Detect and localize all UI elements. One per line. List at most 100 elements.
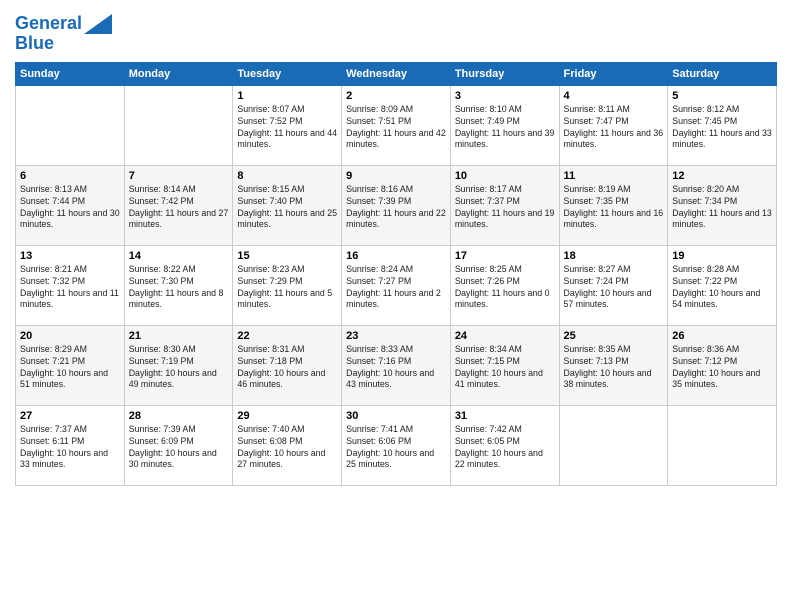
day-header-saturday: Saturday (668, 62, 777, 85)
day-number: 14 (129, 250, 229, 262)
day-number: 12 (672, 170, 772, 182)
day-number: 22 (237, 330, 337, 342)
calendar-cell: 17 Sunrise: 8:25 AM Sunset: 7:26 PM Dayli… (450, 245, 559, 325)
day-number: 2 (346, 90, 446, 102)
day-number: 4 (564, 90, 664, 102)
calendar-cell: 26 Sunrise: 8:36 AM Sunset: 7:12 PM Dayli… (668, 325, 777, 405)
day-number: 11 (564, 170, 664, 182)
day-info: Sunrise: 8:22 AM Sunset: 7:30 PM Dayligh… (129, 264, 229, 312)
day-info: Sunrise: 8:27 AM Sunset: 7:24 PM Dayligh… (564, 264, 664, 312)
day-number: 31 (455, 410, 555, 422)
calendar-cell: 7Sunrise: 8:14 AM Sunset: 7:42 PM Daylig… (124, 165, 233, 245)
day-header-wednesday: Wednesday (342, 62, 451, 85)
logo-text-blue: Blue (15, 34, 112, 54)
day-info: Sunrise: 8:11 AM Sunset: 7:47 PM Dayligh… (564, 104, 664, 152)
day-number: 16 (346, 250, 446, 262)
day-number: 15 (237, 250, 337, 262)
day-number: 18 (564, 250, 664, 262)
day-number: 3 (455, 90, 555, 102)
logo-text: General (15, 14, 82, 34)
day-number: 13 (20, 250, 120, 262)
day-number: 20 (20, 330, 120, 342)
calendar-cell: 15 Sunrise: 8:23 AM Sunset: 7:29 PM Dayli… (233, 245, 342, 325)
calendar-cell: 18 Sunrise: 8:27 AM Sunset: 7:24 PM Dayli… (559, 245, 668, 325)
calendar-cell: 14 Sunrise: 8:22 AM Sunset: 7:30 PM Dayli… (124, 245, 233, 325)
day-number: 30 (346, 410, 446, 422)
day-number: 5 (672, 90, 772, 102)
day-number: 1 (237, 90, 337, 102)
week-row-2: 6Sunrise: 8:13 AM Sunset: 7:44 PM Daylig… (16, 165, 777, 245)
day-header-sunday: Sunday (16, 62, 125, 85)
calendar-cell: 2Sunrise: 8:09 AM Sunset: 7:51 PM Daylig… (342, 85, 451, 165)
day-info: Sunrise: 7:39 AM Sunset: 6:09 PM Dayligh… (129, 424, 229, 472)
day-info: Sunrise: 8:31 AM Sunset: 7:18 PM Dayligh… (237, 344, 337, 392)
day-info: Sunrise: 8:25 AM Sunset: 7:26 PM Dayligh… (455, 264, 555, 312)
week-row-1: 1Sunrise: 8:07 AM Sunset: 7:52 PM Daylig… (16, 85, 777, 165)
calendar-cell: 8Sunrise: 8:15 AM Sunset: 7:40 PM Daylig… (233, 165, 342, 245)
day-header-tuesday: Tuesday (233, 62, 342, 85)
day-number: 26 (672, 330, 772, 342)
main-container: General Blue SundayMondayTuesdayWednesda… (0, 0, 792, 496)
day-info: Sunrise: 8:24 AM Sunset: 7:27 PM Dayligh… (346, 264, 446, 312)
day-header-friday: Friday (559, 62, 668, 85)
calendar-cell: 10 Sunrise: 8:17 AM Sunset: 7:37 PM Dayli… (450, 165, 559, 245)
day-info: Sunrise: 8:33 AM Sunset: 7:16 PM Dayligh… (346, 344, 446, 392)
calendar-cell: 9 Sunrise: 8:16 AM Sunset: 7:39 PM Daylig… (342, 165, 451, 245)
day-info: Sunrise: 7:37 AM Sunset: 6:11 PM Dayligh… (20, 424, 120, 472)
day-number: 9 (346, 170, 446, 182)
day-info: Sunrise: 8:10 AM Sunset: 7:49 PM Dayligh… (455, 104, 555, 152)
day-info: Sunrise: 8:14 AM Sunset: 7:42 PM Dayligh… (129, 184, 229, 232)
day-info: Sunrise: 8:20 AM Sunset: 7:34 PM Dayligh… (672, 184, 772, 232)
calendar-cell: 24Sunrise: 8:34 AM Sunset: 7:15 PM Dayli… (450, 325, 559, 405)
day-info: Sunrise: 8:13 AM Sunset: 7:44 PM Dayligh… (20, 184, 120, 232)
calendar-cell: 6Sunrise: 8:13 AM Sunset: 7:44 PM Daylig… (16, 165, 125, 245)
day-info: Sunrise: 8:36 AM Sunset: 7:12 PM Dayligh… (672, 344, 772, 392)
week-row-5: 27 Sunrise: 7:37 AM Sunset: 6:11 PM Dayli… (16, 405, 777, 485)
calendar-cell: 5 Sunrise: 8:12 AM Sunset: 7:45 PM Daylig… (668, 85, 777, 165)
calendar-cell: 12 Sunrise: 8:20 AM Sunset: 7:34 PM Dayli… (668, 165, 777, 245)
logo: General Blue (15, 14, 112, 54)
calendar-cell: 21 Sunrise: 8:30 AM Sunset: 7:19 PM Dayli… (124, 325, 233, 405)
calendar-cell: 25Sunrise: 8:35 AM Sunset: 7:13 PM Dayli… (559, 325, 668, 405)
day-info: Sunrise: 8:17 AM Sunset: 7:37 PM Dayligh… (455, 184, 555, 232)
calendar-cell: 29Sunrise: 7:40 AM Sunset: 6:08 PM Dayli… (233, 405, 342, 485)
day-info: Sunrise: 7:41 AM Sunset: 6:06 PM Dayligh… (346, 424, 446, 472)
day-number: 10 (455, 170, 555, 182)
day-info: Sunrise: 8:23 AM Sunset: 7:29 PM Dayligh… (237, 264, 337, 312)
calendar-cell: 3 Sunrise: 8:10 AM Sunset: 7:49 PM Daylig… (450, 85, 559, 165)
week-row-3: 13Sunrise: 8:21 AM Sunset: 7:32 PM Dayli… (16, 245, 777, 325)
calendar-cell (559, 405, 668, 485)
calendar-cell: 23 Sunrise: 8:33 AM Sunset: 7:16 PM Dayli… (342, 325, 451, 405)
day-number: 27 (20, 410, 120, 422)
calendar-cell: 27 Sunrise: 7:37 AM Sunset: 6:11 PM Dayli… (16, 405, 125, 485)
calendar-cell: 22 Sunrise: 8:31 AM Sunset: 7:18 PM Dayli… (233, 325, 342, 405)
day-number: 25 (564, 330, 664, 342)
calendar-cell (124, 85, 233, 165)
day-info: Sunrise: 8:16 AM Sunset: 7:39 PM Dayligh… (346, 184, 446, 232)
day-number: 17 (455, 250, 555, 262)
calendar-cell (668, 405, 777, 485)
day-info: Sunrise: 8:28 AM Sunset: 7:22 PM Dayligh… (672, 264, 772, 312)
day-info: Sunrise: 8:19 AM Sunset: 7:35 PM Dayligh… (564, 184, 664, 232)
day-info: Sunrise: 8:12 AM Sunset: 7:45 PM Dayligh… (672, 104, 772, 152)
day-info: Sunrise: 8:15 AM Sunset: 7:40 PM Dayligh… (237, 184, 337, 232)
calendar-cell: 11 Sunrise: 8:19 AM Sunset: 7:35 PM Dayli… (559, 165, 668, 245)
calendar-cell (16, 85, 125, 165)
day-number: 21 (129, 330, 229, 342)
day-header-thursday: Thursday (450, 62, 559, 85)
calendar-table: SundayMondayTuesdayWednesdayThursdayFrid… (15, 62, 777, 486)
day-number: 19 (672, 250, 772, 262)
day-info: Sunrise: 8:29 AM Sunset: 7:21 PM Dayligh… (20, 344, 120, 392)
day-info: Sunrise: 7:40 AM Sunset: 6:08 PM Dayligh… (237, 424, 337, 472)
calendar-cell: 19 Sunrise: 8:28 AM Sunset: 7:22 PM Dayli… (668, 245, 777, 325)
day-number: 23 (346, 330, 446, 342)
day-number: 24 (455, 330, 555, 342)
calendar-cell: 1Sunrise: 8:07 AM Sunset: 7:52 PM Daylig… (233, 85, 342, 165)
calendar-cell: 4 Sunrise: 8:11 AM Sunset: 7:47 PM Daylig… (559, 85, 668, 165)
day-info: Sunrise: 8:30 AM Sunset: 7:19 PM Dayligh… (129, 344, 229, 392)
day-number: 28 (129, 410, 229, 422)
calendar-cell: 31 Sunrise: 7:42 AM Sunset: 6:05 PM Dayli… (450, 405, 559, 485)
calendar-cell: 20 Sunrise: 8:29 AM Sunset: 7:21 PM Dayli… (16, 325, 125, 405)
header-row: SundayMondayTuesdayWednesdayThursdayFrid… (16, 62, 777, 85)
day-info: Sunrise: 7:42 AM Sunset: 6:05 PM Dayligh… (455, 424, 555, 472)
